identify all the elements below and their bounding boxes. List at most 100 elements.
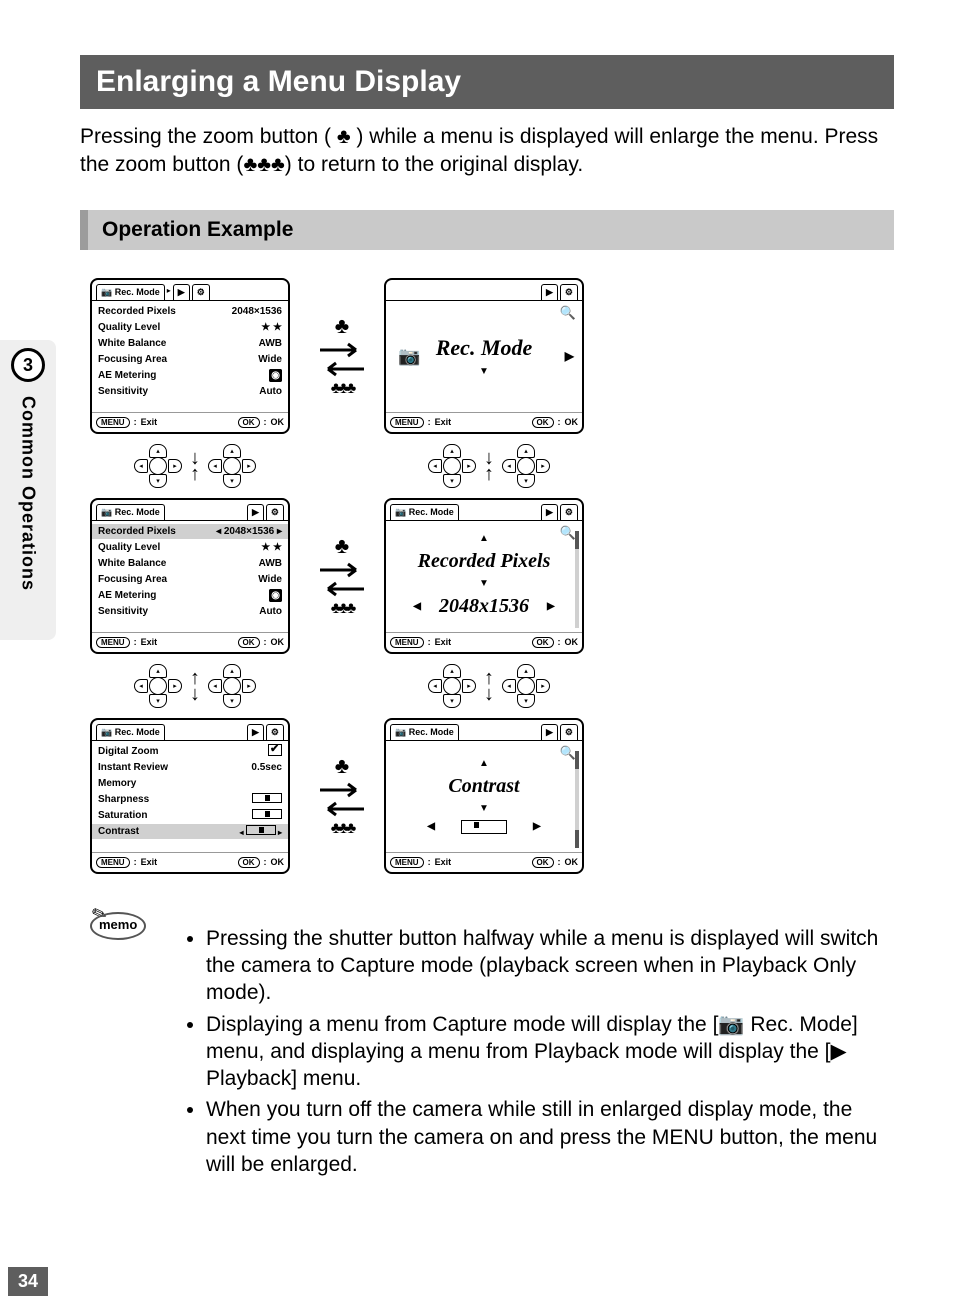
- menu-row-label: White Balance: [98, 558, 166, 569]
- memo-item: Pressing the shutter button halfway whil…: [206, 925, 894, 1007]
- memo-icon: ✎ memo: [90, 904, 150, 940]
- menu-row: Recorded Pixels2048×1536: [98, 304, 282, 319]
- slider-icon: [252, 809, 282, 819]
- menu-row-label: Quality Level: [98, 322, 160, 333]
- menu-row-value: ★ ★: [261, 322, 282, 333]
- screen-contrast-normal: 📷 Rec. Mode ▶⚙ Digital ZoomInstant Revie…: [90, 718, 290, 874]
- slider-icon: [461, 820, 507, 834]
- menu-row: Memory: [98, 776, 282, 791]
- tab-setup: ⚙: [266, 504, 284, 520]
- menu-row-label: Sensitivity: [98, 606, 148, 617]
- magnifier-icon: 🔍: [560, 305, 576, 321]
- page-title: Enlarging a Menu Display: [80, 55, 894, 109]
- scrollbar-indicator: [575, 531, 579, 628]
- example-grid: 📷 Rec. Mode ▸ ▶ ⚙ Recorded Pixels2048×15…: [90, 278, 894, 874]
- zoom-arrows-3: ♣ ♣♣♣: [302, 718, 382, 874]
- camera-icon: 📷: [395, 507, 406, 518]
- menu-row-value: Auto: [259, 386, 282, 397]
- scrollbar-indicator: [575, 751, 579, 848]
- menu-row: Focusing AreaWide: [98, 352, 282, 367]
- metering-icon: ◉: [269, 369, 282, 382]
- tab-playback: ▶: [247, 504, 264, 520]
- screen-contrast-enlarged: 📷 Rec. Mode ▶⚙ 🔍 ▲ Contrast ▼ ◀ ▶ MENU:E…: [384, 718, 584, 874]
- menu-row: Contrast◂ ▸: [92, 824, 288, 839]
- menu-row: AE Metering◉: [98, 588, 282, 603]
- menu-row-value: ◂ 2048×1536 ▸: [216, 526, 282, 537]
- menu-row-label: Sensitivity: [98, 386, 148, 397]
- tab-arrow-icon: ▸: [167, 286, 171, 295]
- menu-row: Instant Review0.5sec: [98, 760, 282, 775]
- menu-row-value: Auto: [259, 606, 282, 617]
- tab-rec: 📷 Rec. Mode: [96, 284, 165, 300]
- menu-row: White Balance AWB: [98, 556, 282, 571]
- menu-row: Quality Level ★ ★: [98, 320, 282, 335]
- tab-playback: ▶: [173, 284, 190, 300]
- tab-setup: ⚙: [192, 284, 210, 300]
- camera-icon: 📷: [398, 346, 420, 367]
- menu-row-label: White Balance: [98, 338, 166, 349]
- down-triangle-icon: ▼: [479, 804, 489, 814]
- magnifier-icon: 🔍: [560, 745, 576, 761]
- camera-icon: 📷: [395, 727, 406, 738]
- tab-setup: ⚙: [560, 284, 578, 300]
- menu-row-label: Recorded Pixels: [98, 526, 176, 537]
- dpad-nav-1-right: ▴▾◂▸ ↓↑ ▴▾◂▸: [384, 440, 594, 492]
- left-triangle-icon: ◀: [413, 602, 421, 612]
- checkbox-icon: [268, 744, 282, 756]
- subheading: Operation Example: [80, 210, 894, 250]
- camera-icon: 📷: [101, 287, 112, 298]
- intro-text-c: ) to return to the original display.: [285, 153, 583, 176]
- menu-row: Sensitivity Auto: [98, 384, 282, 399]
- tree-icon: ♣: [335, 313, 349, 339]
- dpad-nav-1-left: ▴▾◂▸ ↓↑ ▴▾◂▸: [90, 440, 300, 492]
- menu-row-value: ◉: [269, 590, 282, 601]
- zoom-arrows-1: ♣ ♣♣♣: [302, 278, 382, 434]
- chapter-number: 3: [11, 348, 45, 382]
- memo-label: memo: [99, 917, 137, 932]
- menu-row: Focusing AreaWide: [98, 572, 282, 587]
- menu-row: Recorded Pixels ◂ 2048×1536 ▸: [92, 524, 288, 539]
- camera-icon: 📷: [101, 727, 112, 738]
- up-triangle-icon: ▲: [479, 534, 489, 544]
- intro-paragraph: Pressing the zoom button ( ♣ ) while a m…: [80, 123, 894, 180]
- camera-icon: 📷: [101, 507, 112, 518]
- menu-row: Saturation: [98, 808, 282, 823]
- menu-row-label: AE Metering: [98, 370, 156, 381]
- zoom-arrows-2: ♣ ♣♣♣: [302, 498, 382, 654]
- enlarged-value: 2048x1536: [439, 595, 529, 618]
- dpad-nav-2-left: ▴▾◂▸ ↑↓ ▴▾◂▸: [90, 660, 300, 712]
- menu-row-value: 2048×1536: [232, 306, 282, 317]
- menu-row-value: ◂ ▸: [240, 825, 283, 838]
- screen-recorded-pixels-normal: 📷 Rec. Mode ▶ ⚙ Recorded Pixels◂ 2048×15…: [90, 498, 290, 654]
- screen-recorded-pixels-enlarged: 📷 Rec. Mode ▶⚙ 🔍 ▲ Recorded Pixels ▼ ◀ 2…: [384, 498, 584, 654]
- slider-icon: [252, 793, 282, 803]
- enlarged-title: Rec. Mode: [436, 335, 533, 361]
- menu-row: White Balance AWB: [98, 336, 282, 351]
- menu-row: AE Metering ◉: [98, 368, 282, 383]
- menu-row: Sensitivity Auto: [98, 604, 282, 619]
- dpad-nav-2-right: ▴▾◂▸ ↑↓ ▴▾◂▸: [384, 660, 594, 712]
- page: 3 Common Operations Enlarging a Menu Dis…: [0, 0, 954, 1314]
- tree-icon: ♣: [337, 125, 351, 148]
- menu-row: Sharpness: [98, 792, 282, 807]
- enlarged-label: Contrast: [448, 775, 519, 798]
- page-number: 34: [8, 1267, 48, 1296]
- right-triangle-icon: ▶: [547, 602, 555, 612]
- menu-row-label: Focusing Area: [98, 354, 167, 365]
- magnifier-icon: 🔍: [560, 525, 576, 541]
- chapter-side-tab: 3 Common Operations: [0, 340, 56, 640]
- trees-icon: ♣♣♣: [331, 380, 354, 398]
- menu-row-value: [252, 809, 282, 822]
- menu-row-value: 0.5sec: [251, 762, 282, 773]
- menu-row-value: [252, 793, 282, 806]
- menu-row-value: ★ ★: [261, 542, 282, 553]
- menu-row-label: Memory: [98, 778, 136, 789]
- memo-list: Pressing the shutter button halfway whil…: [166, 925, 894, 1183]
- menu-row-label: Sharpness: [98, 794, 149, 805]
- menu-row-value: ◉: [269, 370, 282, 381]
- menu-row-value: AWB: [259, 338, 282, 349]
- enlarged-label: Recorded Pixels: [418, 550, 551, 573]
- dpad-icon: ▴▾◂▸: [138, 446, 178, 486]
- menu-row-label: Quality Level: [98, 542, 160, 553]
- menu-row-value: AWB: [259, 558, 282, 569]
